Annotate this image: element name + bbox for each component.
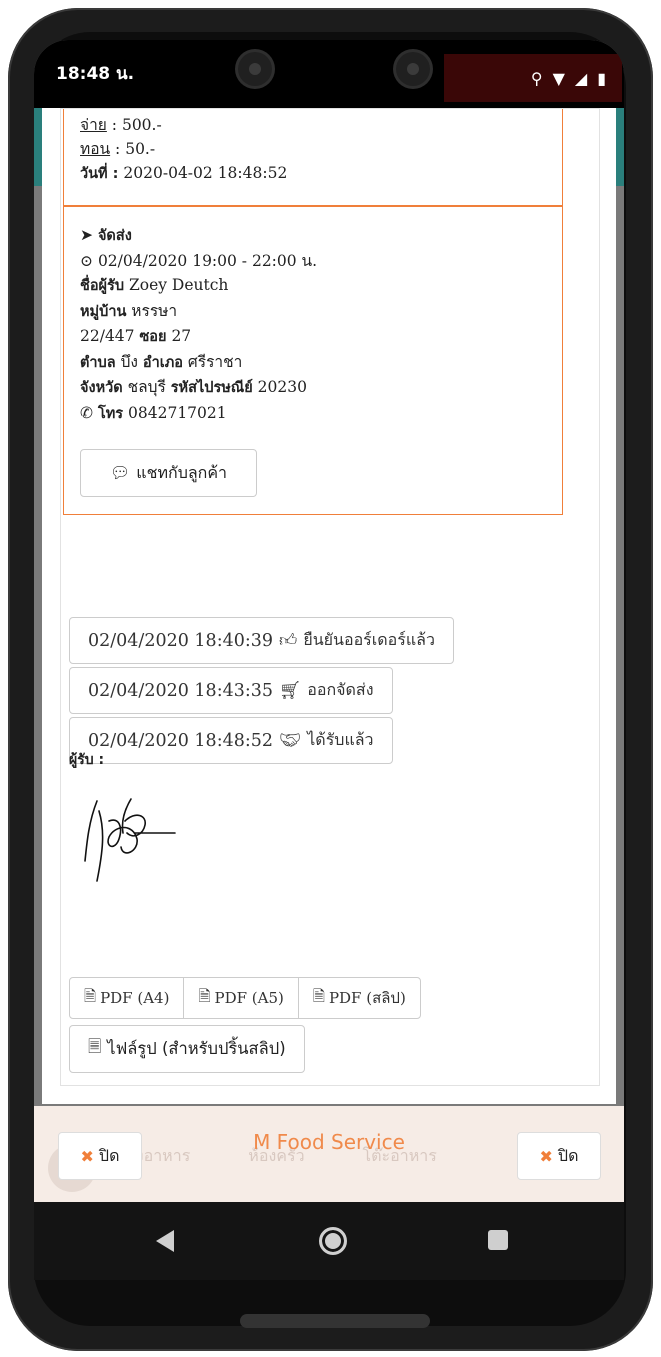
delivery-heading: ➤ จัดส่ง	[80, 223, 546, 249]
modal-footer: สั่งอาหาร ห้องครัว โต๊ะอาหาร M Food Serv…	[34, 1106, 624, 1202]
receiver-label: ชื่อผู้รับ	[80, 278, 125, 294]
postcode-value: 20230	[252, 378, 307, 396]
subdistrict-label: ตำบล	[80, 354, 116, 371]
front-camera-icon	[238, 52, 272, 86]
district-row: ตำบล บึง อำเภอ ศรีราชา	[80, 350, 546, 376]
subdistrict-value: บึง	[115, 352, 143, 371]
home-icon[interactable]	[319, 1227, 347, 1255]
signal-icon: ◢	[574, 68, 588, 88]
clock-icon: ⊙	[80, 251, 93, 270]
image-export-button[interactable]: 🗏︎ ไฟล์รูป (สำหรับปริ้นสลิป)	[69, 1025, 305, 1073]
battery-icon: ▮	[597, 68, 606, 88]
date-value: 2020-04-02 18:48:52	[118, 164, 288, 182]
receiver-signature-image	[84, 798, 176, 882]
chat-button-label: แชทกับลูกค้า	[136, 462, 228, 482]
wifi-icon: ▼	[552, 68, 565, 88]
phone-label: โทร	[97, 405, 124, 422]
village-row: หมู่บ้าน หรรษา	[80, 299, 546, 325]
timeline-time: 02/04/2020 18:43:35	[88, 680, 274, 701]
pdf-file-icon: 🗎︎	[312, 986, 325, 1005]
timeline-status: ยืนยันออร์เดอร์แล้ว	[303, 630, 435, 649]
phone-value: 0842717021	[123, 403, 227, 422]
camera-notch	[224, 40, 444, 102]
pay-value: : 500.-	[106, 116, 162, 134]
province-value: ชลบุรี	[122, 378, 171, 396]
send-icon: ➤	[80, 226, 93, 244]
front-sensor-icon	[396, 52, 430, 86]
district-label: อำเภอ	[142, 354, 183, 371]
handshake-icon: 🤝︎	[279, 730, 302, 751]
file-text-icon: 🗏︎	[88, 1037, 102, 1056]
pdf-a5-button[interactable]: 🗎︎ PDF (A5)	[183, 977, 299, 1019]
province-row: จังหวัด ชลบุรี รหัสไปรษณีย์ 20230	[80, 375, 546, 401]
timeline-entry[interactable]: 02/04/2020 18:40:39 👍︎ ยืนยันออร์เดอร์แล…	[69, 617, 454, 664]
province-label: จังหวัด	[80, 380, 123, 396]
date-label: วันที่ :	[80, 166, 119, 182]
village-label: หมู่บ้าน	[80, 303, 127, 320]
village-value: หรรษา	[126, 301, 178, 320]
timeline-time: 02/04/2020 18:48:52	[88, 730, 274, 751]
recent-apps-icon[interactable]	[488, 1230, 508, 1250]
pdf-slip-button[interactable]: 🗎︎ PDF (สลิป)	[297, 977, 421, 1019]
pdf-export-group: 🗎︎ PDF (A4) 🗎︎ PDF (A5) 🗎︎ PDF (สลิป)	[69, 977, 421, 1019]
change-value: : 50.-	[110, 140, 156, 158]
date-row: วันที่ : 2020-04-02 18:48:52	[80, 161, 546, 186]
close-label: ปิด	[98, 1145, 120, 1165]
timeline-status: ได้รับแล้ว	[307, 730, 374, 749]
timeline-entry[interactable]: 02/04/2020 18:48:52 🤝︎ ได้รับแล้ว	[69, 717, 393, 764]
postcode-label: รหัสไปรษณีย์	[170, 380, 253, 396]
timeline-entry[interactable]: 02/04/2020 18:43:35 🛒︎ ออกจัดส่ง	[69, 667, 393, 714]
chat-with-customer-button[interactable]: 💬︎ แชทกับลูกค้า	[80, 449, 257, 497]
phone-row: ✆ โทร 0842717021	[80, 401, 546, 427]
phone-bottom-speaker	[240, 1314, 430, 1328]
image-export-label: ไฟล์รูป (สำหรับปริ้นสลิป)	[107, 1039, 286, 1058]
timeline-status: ออกจัดส่ง	[307, 680, 374, 699]
delivery-slot-text: 02/04/2020 19:00 - 22:00 น.	[97, 251, 318, 270]
status-bar: 18:48 น. ⚲ ▼ ◢ ▮	[34, 40, 624, 108]
change-label: ทอน	[80, 140, 111, 158]
address-row: 22/447 ซอย 27	[80, 324, 546, 350]
back-icon[interactable]	[156, 1230, 174, 1252]
close-button-right[interactable]: ✖ ปิด	[517, 1132, 601, 1180]
order-card: จ่าย : 500.- ทอน : 50.- วันที่ : 2020-04…	[60, 108, 600, 1086]
thumbs-up-icon: 👍︎	[279, 631, 298, 651]
address-number: 22/447	[80, 327, 140, 345]
device-screen: 18:48 น. ⚲ ▼ ◢ ▮ จ่าย : 500.- ทอน : 50.-…	[34, 40, 624, 1280]
location-icon: ⚲	[530, 68, 543, 88]
pay-label: จ่าย	[80, 116, 107, 134]
payment-summary: จ่าย : 500.- ทอน : 50.- วันที่ : 2020-04…	[63, 109, 563, 207]
pay-row: จ่าย : 500.-	[80, 113, 546, 137]
android-nav-bar	[34, 1202, 624, 1280]
chat-bubble-icon: 💬︎	[109, 462, 131, 482]
pdf-file-icon: 🗎︎	[84, 986, 97, 1005]
receiver-signature-label: ผู้รับ :	[69, 752, 105, 768]
close-icon: ✖	[539, 1146, 553, 1166]
close-label: ปิด	[557, 1145, 579, 1165]
pdf-a4-button[interactable]: 🗎︎ PDF (A4)	[69, 977, 185, 1019]
order-detail-modal: จ่าย : 500.- ทอน : 50.- วันที่ : 2020-04…	[42, 108, 616, 1104]
timeline-time: 02/04/2020 18:40:39	[88, 630, 274, 651]
district-value: ศรีราชา	[183, 352, 243, 371]
pdf-a4-label: PDF (A4)	[100, 989, 170, 1007]
soi-value: 27	[166, 327, 192, 345]
soi-label: ซอย	[139, 329, 167, 345]
pdf-file-icon: 🗎︎	[198, 986, 211, 1005]
pdf-a5-label: PDF (A5)	[214, 989, 284, 1007]
status-icons: ⚲ ▼ ◢ ▮	[444, 54, 622, 102]
receiver-name: Zoey Deutch	[124, 276, 229, 294]
pdf-slip-label: PDF (สลิป)	[328, 989, 406, 1007]
close-icon: ✖	[80, 1146, 94, 1166]
cart-icon: 🛒︎	[279, 680, 302, 701]
change-row: ทอน : 50.-	[80, 137, 546, 161]
phone-icon: ✆	[80, 403, 93, 422]
status-time: 18:48 น.	[56, 64, 135, 84]
receiver-row: ชื่อผู้รับ Zoey Deutch	[80, 273, 546, 299]
delivery-info: ➤ จัดส่ง ⊙ 02/04/2020 19:00 - 22:00 น. ช…	[63, 207, 563, 515]
delivery-heading-text: จัดส่ง	[97, 228, 132, 244]
close-button-left[interactable]: ✖ ปิด	[58, 1132, 142, 1180]
delivery-slot: ⊙ 02/04/2020 19:00 - 22:00 น.	[80, 249, 546, 274]
